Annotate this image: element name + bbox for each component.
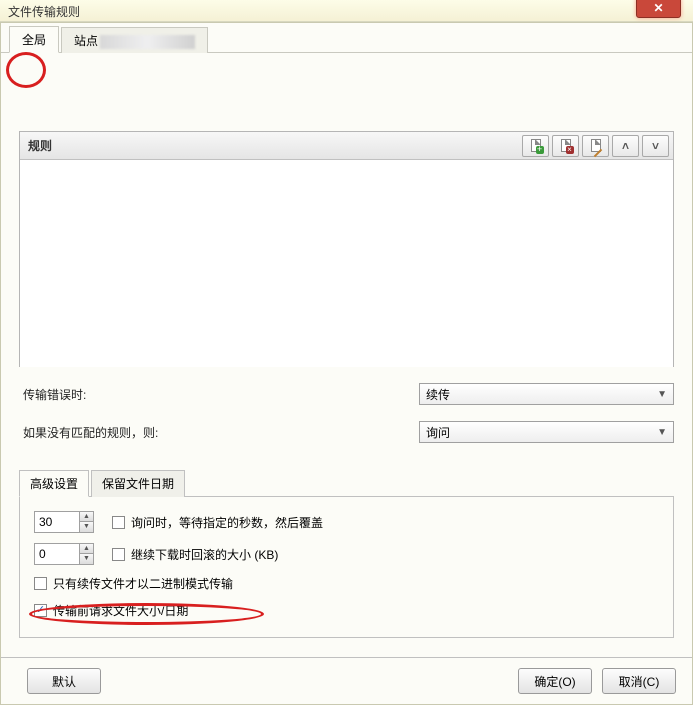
binary-label: 只有续传文件才以二进制模式传输 xyxy=(53,575,233,592)
tab-advanced-label: 高级设置 xyxy=(30,477,78,491)
spin-up-button[interactable]: ▲ xyxy=(80,512,93,522)
ok-button[interactable]: 确定(O) xyxy=(518,668,592,694)
spin-buttons: ▲ ▼ xyxy=(79,544,93,564)
inner-tabs: 高级设置 保留文件日期 xyxy=(19,469,674,497)
delete-rule-button[interactable]: × xyxy=(552,135,579,157)
title-bar: 文件传输规则 ✕ xyxy=(0,0,693,22)
on-error-label: 传输错误时: xyxy=(19,386,419,403)
default-button[interactable]: 默认 xyxy=(27,668,101,694)
chevron-down-icon: ˅ xyxy=(652,139,659,153)
request-checkbox[interactable] xyxy=(34,604,47,617)
request-label: 传输前请求文件大小/日期 xyxy=(53,602,188,619)
rollback-spinner[interactable]: ▲ ▼ xyxy=(34,543,94,565)
binary-checkbox[interactable] xyxy=(34,577,47,590)
spin-down-button[interactable]: ▼ xyxy=(80,522,93,532)
tab-site[interactable]: 站点 xyxy=(61,27,208,53)
tab-site-label: 站点 xyxy=(74,34,98,48)
spin-buttons: ▲ ▼ xyxy=(79,512,93,532)
default-button-label: 默认 xyxy=(52,673,76,690)
rules-list[interactable] xyxy=(20,160,673,367)
edit-rule-button[interactable] xyxy=(582,135,609,157)
page-delete-icon: × xyxy=(558,138,574,154)
rollback-check-row: 继续下载时回滚的大小 (KB) xyxy=(112,546,278,563)
no-match-select[interactable]: 询问 ▼ xyxy=(419,421,674,443)
move-up-button[interactable]: ˄ xyxy=(612,135,639,157)
cancel-button[interactable]: 取消(C) xyxy=(602,668,676,694)
seconds-spinner[interactable]: ▲ ▼ xyxy=(34,511,94,533)
spin-up-button[interactable]: ▲ xyxy=(80,544,93,554)
page-add-icon: + xyxy=(528,138,544,154)
rollback-row: ▲ ▼ 继续下载时回滚的大小 (KB) xyxy=(34,543,659,565)
dialog-client: 全局 站点 规则 + × ˄ ˅ xyxy=(0,22,693,705)
seconds-check-row: 询问时，等待指定的秒数，然后覆盖 xyxy=(112,514,323,531)
chevron-up-icon: ˄ xyxy=(622,139,629,153)
seconds-checkbox[interactable] xyxy=(112,516,125,529)
top-tabs: 全局 站点 xyxy=(1,23,692,53)
on-error-value: 续传 xyxy=(426,386,450,403)
seconds-input[interactable] xyxy=(35,512,79,532)
on-error-row: 传输错误时: 续传 ▼ xyxy=(19,383,674,405)
window-title: 文件传输规则 xyxy=(8,5,80,19)
page-edit-icon xyxy=(588,138,604,154)
advanced-panel: ▲ ▼ 询问时，等待指定的秒数，然后覆盖 ▲ ▼ xyxy=(19,497,674,638)
rules-panel: 规则 + × ˄ ˅ xyxy=(19,131,674,367)
rollback-checkbox[interactable] xyxy=(112,548,125,561)
request-row: 传输前请求文件大小/日期 xyxy=(34,602,659,619)
tab-advanced[interactable]: 高级设置 xyxy=(19,470,89,497)
no-match-row: 如果没有匹配的规则，则: 询问 ▼ xyxy=(19,421,674,443)
cancel-button-label: 取消(C) xyxy=(619,673,660,690)
rollback-label: 继续下载时回滚的大小 (KB) xyxy=(131,546,278,563)
dropdown-arrow-icon: ▼ xyxy=(657,427,667,438)
tab-preserve-label: 保留文件日期 xyxy=(102,477,174,491)
on-error-select[interactable]: 续传 ▼ xyxy=(419,383,674,405)
content-area: 规则 + × ˄ ˅ 传输错误时: xyxy=(1,53,692,652)
ok-button-label: 确定(O) xyxy=(534,673,575,690)
binary-row: 只有续传文件才以二进制模式传输 xyxy=(34,575,659,592)
rollback-input[interactable] xyxy=(35,544,79,564)
dropdown-arrow-icon: ▼ xyxy=(657,389,667,400)
move-down-button[interactable]: ˅ xyxy=(642,135,669,157)
close-button[interactable]: ✕ xyxy=(636,0,681,18)
rules-header: 规则 + × ˄ ˅ xyxy=(20,132,673,160)
seconds-label: 询问时，等待指定的秒数，然后覆盖 xyxy=(131,514,323,531)
tab-preserve-date[interactable]: 保留文件日期 xyxy=(91,470,185,497)
seconds-row: ▲ ▼ 询问时，等待指定的秒数，然后覆盖 xyxy=(34,511,659,533)
obscured-text xyxy=(100,35,195,49)
add-rule-button[interactable]: + xyxy=(522,135,549,157)
rules-header-label: 规则 xyxy=(24,137,519,154)
dialog-footer: 默认 确定(O) 取消(C) xyxy=(1,657,692,704)
tab-global-label: 全局 xyxy=(22,33,46,47)
no-match-value: 询问 xyxy=(426,424,450,441)
spin-down-button[interactable]: ▼ xyxy=(80,554,93,564)
tab-global[interactable]: 全局 xyxy=(9,26,59,53)
close-icon: ✕ xyxy=(653,1,663,15)
no-match-label: 如果没有匹配的规则，则: xyxy=(19,424,419,441)
